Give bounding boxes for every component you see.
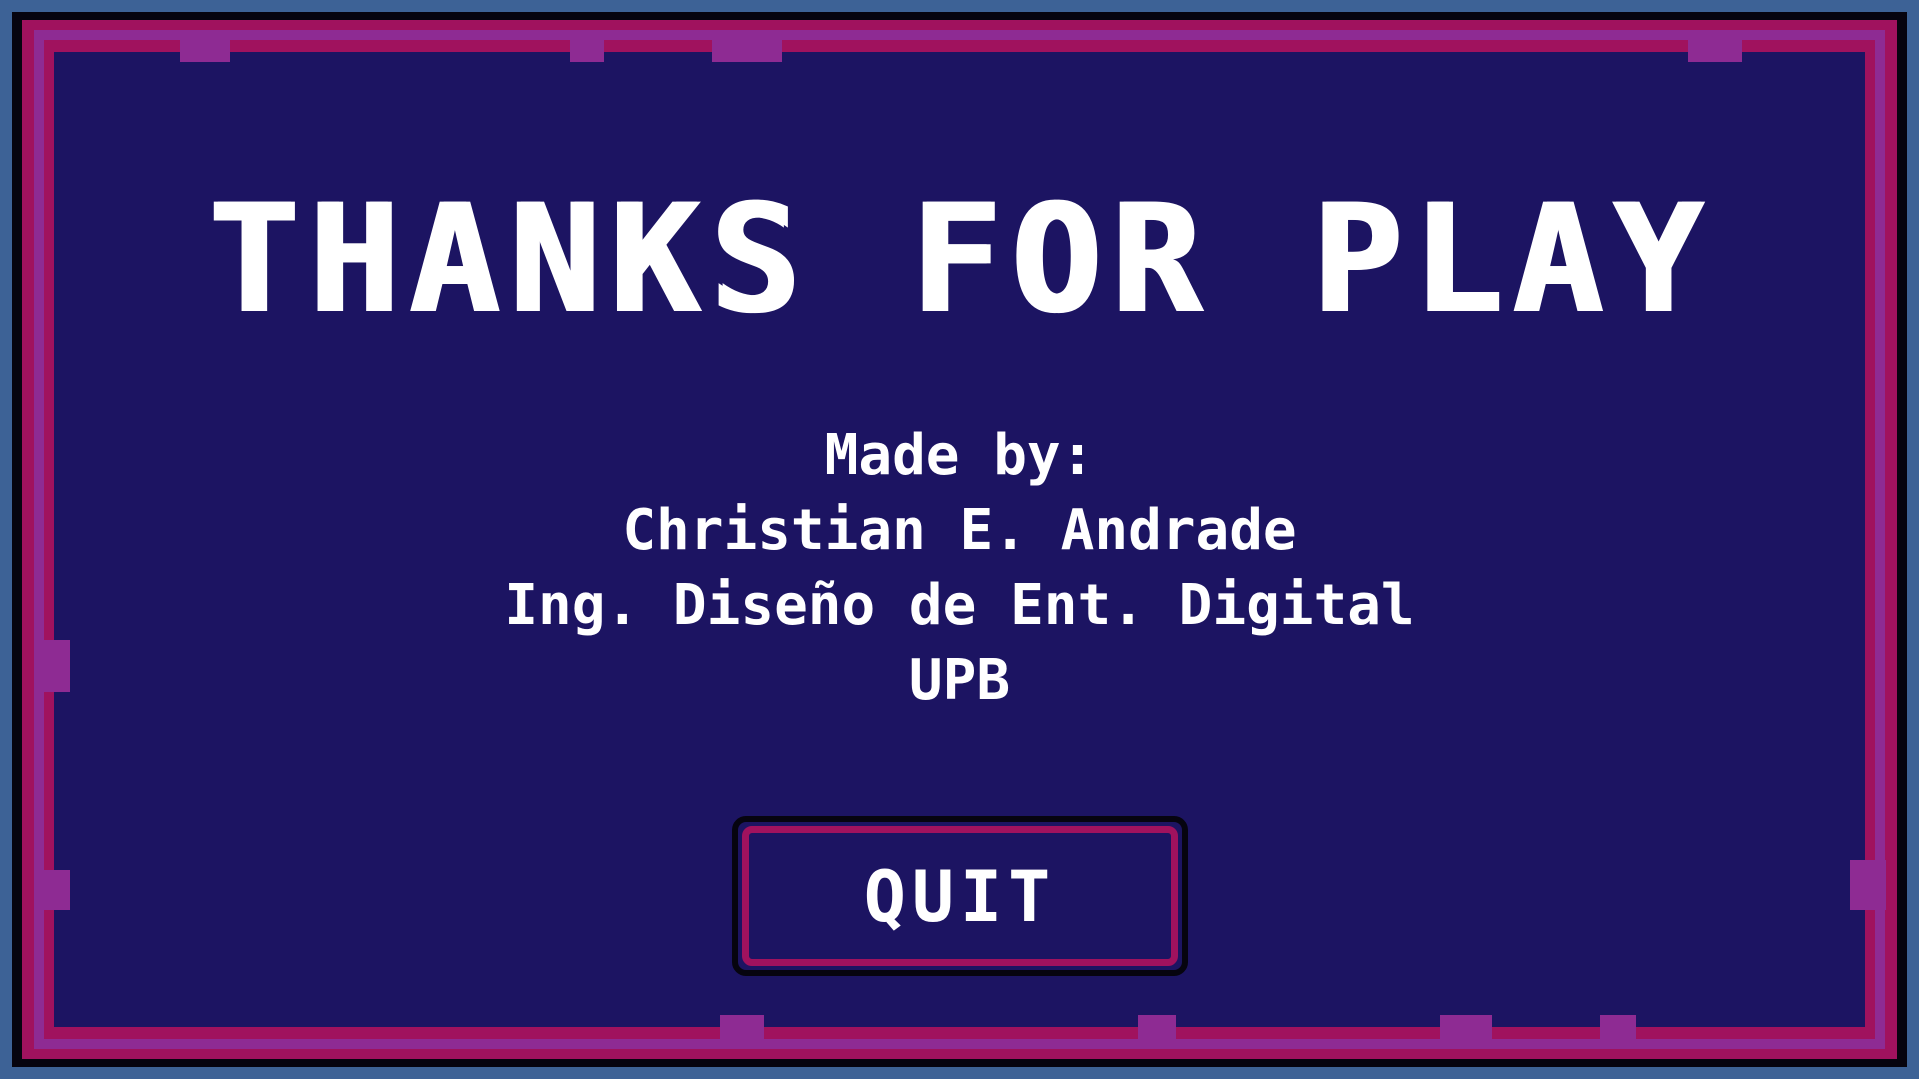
end-screen: THANKS FOR PLAY Made by: Christian E. An… <box>0 0 1919 1079</box>
frame-notch <box>1440 1015 1492 1039</box>
frame-notch <box>712 40 782 62</box>
thanks-title: THANKS FOR PLAY <box>207 173 1712 347</box>
credits-author: Christian E. Andrade <box>622 498 1297 563</box>
credits-heading: Made by: <box>824 423 1095 488</box>
frame-notch <box>1688 40 1742 62</box>
frame-notch <box>180 40 230 62</box>
frame-notch <box>1600 1015 1636 1039</box>
frame-notch <box>1138 1015 1176 1039</box>
credits-block: Made by: Christian E. Andrade Ing. Diseñ… <box>0 418 1919 718</box>
frame-notch <box>1850 860 1886 910</box>
credits-university: UPB <box>908 648 1011 713</box>
credits-program: Ing. Diseño de Ent. Digital <box>504 573 1415 638</box>
frame-notch <box>720 1015 764 1039</box>
quit-button[interactable]: QUIT <box>732 816 1188 976</box>
frame-notch <box>34 870 70 910</box>
frame-notch <box>570 40 604 62</box>
quit-button-label: QUIT <box>863 856 1057 938</box>
